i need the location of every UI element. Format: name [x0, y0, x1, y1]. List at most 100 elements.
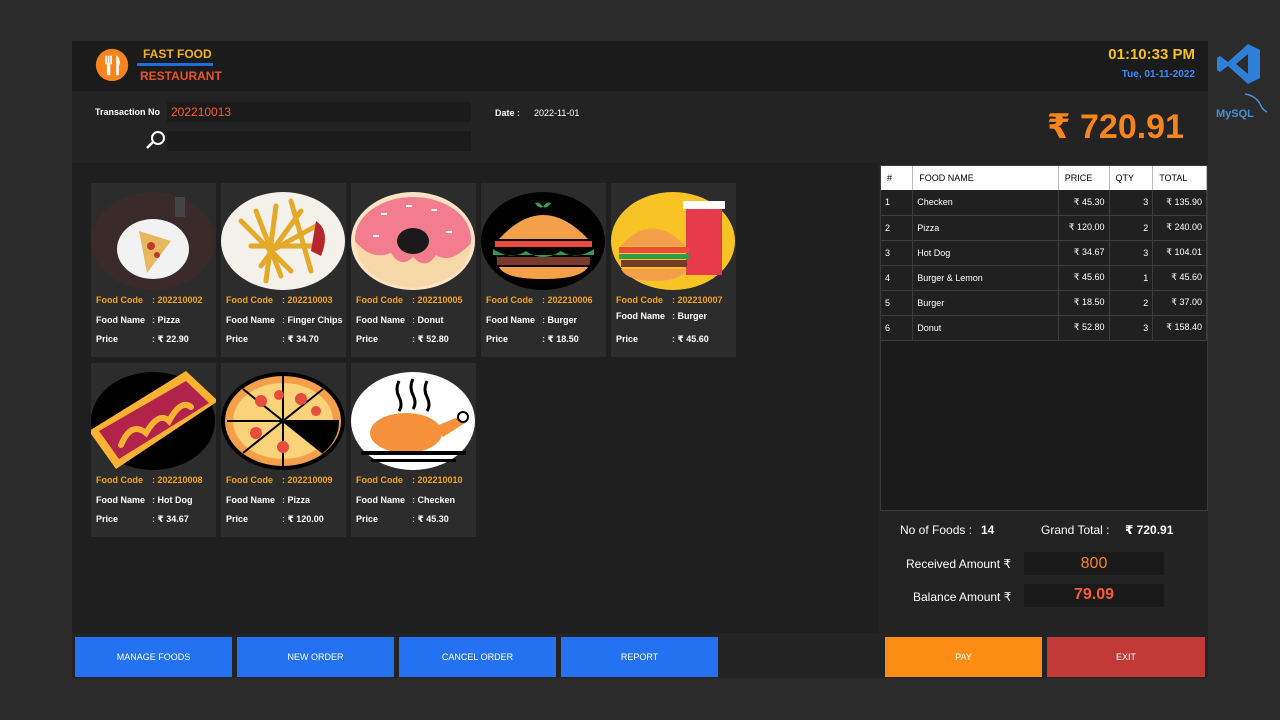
cell-price: ₹ 18.50 [1058, 290, 1110, 316]
food-card[interactable]: Food Code: 202210006 Food Name: Burger P… [481, 183, 606, 357]
food-card[interactable]: Food Code : 202210003 Food Name : Finger C… [221, 183, 346, 357]
cell-qty: 1 [1109, 265, 1154, 291]
food-name-label: Food Name [226, 315, 276, 325]
grand-total-label: Grand Total : [1041, 523, 1110, 537]
food-price-label: Price [616, 334, 639, 344]
food-price-label: Price [226, 334, 249, 344]
food-name: : Pizza [282, 495, 311, 505]
search-icon[interactable] [144, 129, 168, 151]
clock-date: Tue, 01-11-2022 [1121, 69, 1195, 80]
food-name-label: Food Name [616, 311, 666, 321]
cell-qty: 3 [1109, 240, 1154, 266]
food-price: : ₹ 34.67 [152, 514, 189, 524]
food-name: : Burger [542, 315, 578, 325]
balance-amount-value: 79.09 [1024, 584, 1164, 607]
transaction-number: 202210013 [171, 105, 232, 119]
cell-total: ₹ 158.40 [1152, 315, 1207, 341]
cell-food-name: Donut [912, 315, 1059, 341]
cell-price: ₹ 45.30 [1058, 190, 1110, 216]
food-name: : Finger Chips [282, 315, 343, 325]
food-price-label: Price [96, 334, 119, 344]
food-price: : ₹ 22.90 [152, 334, 189, 344]
date-value: 2022-11-01 [534, 108, 580, 118]
food-card[interactable]: Food Code : 202210002 Food Name : Pizza Pr… [91, 183, 216, 357]
food-price-label: Price [356, 514, 379, 524]
food-card[interactable]: Food Code: 202210007 Food Name: Burger P… [611, 183, 736, 357]
cell-price: ₹ 52.80 [1058, 315, 1110, 341]
header-bar: FAST FOOD RESTAURANT 01:10:33 PM Tue, 01… [72, 41, 1208, 91]
cell-total: ₹ 135.90 [1152, 190, 1207, 216]
report-button[interactable]: REPORT [561, 637, 718, 677]
food-card[interactable]: Food Code: 202210008 Food Name: Hot Dog … [91, 363, 216, 537]
cell-qty: 2 [1109, 290, 1154, 316]
food-code-label: Food Code [486, 295, 533, 305]
table-row[interactable]: 4 Burger & Lemon ₹ 45.60 1 ₹ 45.60 [881, 265, 1207, 291]
food-price: : ₹ 34.70 [282, 334, 319, 344]
food-card[interactable]: Food Code: 202210010 Food Name: Checken … [351, 363, 476, 537]
food-name: : Burger [672, 311, 708, 321]
food-card[interactable]: Food Code: 202210005 Food Name: Donut Pr… [351, 183, 476, 357]
food-name: : Hot Dog [152, 495, 193, 505]
table-row[interactable]: 6 Donut ₹ 52.80 3 ₹ 158.40 [881, 315, 1207, 341]
brand-name-line1: FAST FOOD [143, 47, 212, 61]
food-card[interactable]: Food Code: 202210009 Food Name: Pizza Pr… [221, 363, 346, 537]
cell-index: 5 [881, 290, 914, 316]
col-header-price[interactable]: PRICE [1058, 166, 1110, 190]
table-header-row: # FOOD NAME PRICE QTY TOTAL [881, 166, 1207, 190]
date-label: Date : [495, 108, 521, 118]
cell-price: ₹ 34.67 [1058, 240, 1110, 266]
food-price-label: Price [486, 334, 509, 344]
cell-food-name: Hot Dog [912, 240, 1059, 266]
food-code: : 202210003 [282, 295, 333, 305]
food-price: : ₹ 18.50 [542, 334, 579, 344]
mysql-logo-text: MySQL [1216, 108, 1254, 120]
received-amount-label: Received Amount ₹ [906, 557, 1012, 571]
food-name-label: Food Name [226, 495, 276, 505]
col-header-qty[interactable]: QTY [1109, 166, 1154, 190]
manage-foods-button[interactable]: MANAGE FOODS [75, 637, 232, 677]
col-header-total[interactable]: TOTAL [1152, 166, 1207, 190]
exit-button[interactable]: EXIT [1047, 637, 1205, 677]
food-price: : ₹ 120.00 [282, 514, 324, 524]
cell-total: ₹ 45.60 [1152, 265, 1207, 291]
col-header-food-name[interactable]: FOOD NAME [912, 166, 1059, 190]
donut-icon [351, 192, 475, 290]
food-code: : 202210008 [152, 475, 203, 485]
table-row[interactable]: 3 Hot Dog ₹ 34.67 3 ₹ 104.01 [881, 240, 1207, 266]
cell-qty: 2 [1109, 215, 1154, 241]
cell-index: 1 [881, 190, 914, 216]
burger-drink-icon [611, 192, 735, 290]
cell-total: ₹ 104.01 [1152, 240, 1207, 266]
food-name-label: Food Name [96, 315, 146, 325]
pizza-slice-photo [91, 192, 215, 290]
table-row[interactable]: 5 Burger ₹ 18.50 2 ₹ 37.00 [881, 290, 1207, 316]
cell-index: 6 [881, 315, 914, 341]
food-code: : 202210010 [412, 475, 463, 485]
received-amount-input[interactable] [1024, 552, 1164, 575]
food-code-label: Food Code [226, 475, 273, 485]
pay-button[interactable]: PAY [885, 637, 1042, 677]
food-code-label: Food Code [226, 295, 273, 305]
food-name: : Pizza [152, 315, 181, 325]
cell-food-name: Burger [912, 290, 1059, 316]
food-code-label: Food Code [96, 295, 143, 305]
new-order-button[interactable]: NEW ORDER [237, 637, 394, 677]
food-name-label: Food Name [356, 315, 406, 325]
clock-time: 01:10:33 PM [1108, 46, 1195, 63]
food-price-label: Price [226, 514, 249, 524]
pizza-icon [221, 372, 345, 470]
hotdog-icon [91, 371, 216, 470]
cell-index: 3 [881, 240, 914, 266]
payment-summary: No of Foods : 14 Grand Total : ₹ 720.91 … [880, 513, 1208, 633]
col-header-index[interactable]: # [881, 166, 914, 190]
table-row[interactable]: 2 Pizza ₹ 120.00 2 ₹ 240.00 [881, 215, 1207, 241]
table-row[interactable]: 1 Checken ₹ 45.30 3 ₹ 135.90 [881, 190, 1207, 216]
search-input[interactable] [167, 131, 471, 151]
food-code: : 202210002 [152, 295, 203, 305]
grand-total-value: ₹ 720.91 [1125, 523, 1174, 537]
cell-price: ₹ 45.60 [1058, 265, 1110, 291]
cancel-order-button[interactable]: CANCEL ORDER [399, 637, 556, 677]
food-name-label: Food Name [96, 495, 146, 505]
food-name-label: Food Name [356, 495, 406, 505]
food-code: : 202210005 [412, 295, 463, 305]
